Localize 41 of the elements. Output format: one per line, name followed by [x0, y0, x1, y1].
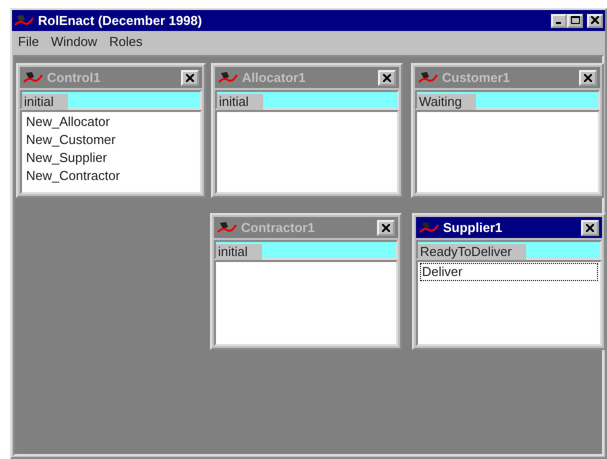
maximize-button[interactable]: [567, 14, 583, 28]
close-icon: [584, 74, 592, 82]
child-title: Customer1: [442, 68, 510, 87]
action-item[interactable]: Deliver: [420, 263, 598, 281]
close-button[interactable]: [587, 14, 603, 28]
action-item[interactable]: New_Contractor: [24, 167, 198, 185]
state-label: initial: [217, 94, 263, 110]
action-item[interactable]: New_Customer: [24, 131, 198, 149]
app-icon: [217, 220, 237, 234]
state-label: ReadyToDeliver: [418, 244, 526, 260]
action-item[interactable]: New_Supplier: [24, 149, 198, 167]
menu-item[interactable]: Window: [44, 31, 104, 53]
close-icon: [586, 224, 594, 232]
state-label: Waiting: [417, 94, 476, 110]
close-button[interactable]: [581, 220, 599, 236]
child-title-bar[interactable]: Supplier1: [416, 217, 602, 238]
child-title: Supplier1: [443, 218, 502, 237]
maximize-icon: [570, 16, 580, 24]
app-icon: [418, 70, 438, 84]
menu-item[interactable]: Roles: [103, 31, 148, 53]
menu-item[interactable]: File: [12, 31, 45, 53]
minimize-button[interactable]: [551, 14, 567, 28]
close-button[interactable]: [181, 70, 199, 86]
state-label: initial: [22, 94, 68, 110]
child-title: Contractor1: [241, 218, 315, 237]
app-icon: [419, 220, 439, 234]
child-title: Allocator1: [242, 68, 306, 87]
close-button[interactable]: [579, 70, 597, 86]
close-icon: [591, 16, 599, 24]
window-title: RolEnact (December 1998): [38, 12, 202, 30]
close-icon: [382, 224, 390, 232]
app-icon: [14, 14, 34, 28]
child-title: Control1: [47, 68, 100, 87]
app-icon: [23, 70, 43, 84]
state-label: initial: [216, 244, 262, 260]
close-icon: [186, 74, 194, 82]
close-icon: [383, 74, 391, 82]
action-item[interactable]: New_Allocator: [24, 113, 198, 131]
close-button[interactable]: [377, 220, 395, 236]
close-button[interactable]: [378, 70, 396, 86]
app-icon: [218, 70, 238, 84]
